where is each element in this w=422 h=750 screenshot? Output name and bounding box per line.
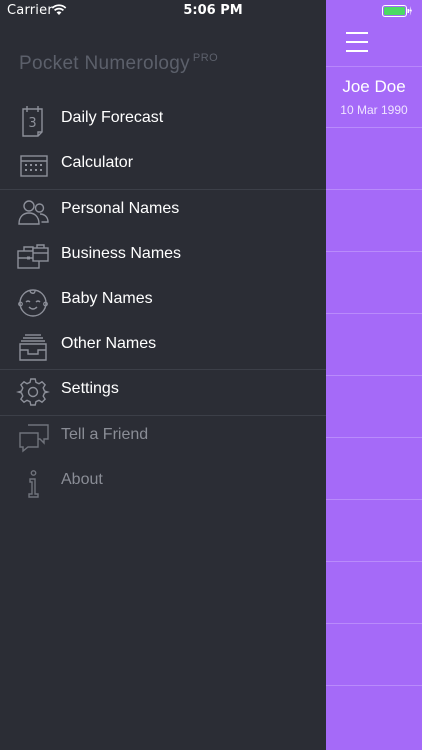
status-time: 5:06 PM [183,3,243,18]
row-divider [326,375,422,376]
profile-birthdate: 10 Mar 1990 [340,103,408,117]
inbox-tray-icon [16,330,50,364]
menu-label: Calculator [61,154,134,171]
calendar-day: 3 [28,116,36,131]
menu-item-personal-names[interactable]: Personal Names [0,189,326,233]
app-title-text: Pocket Numerology [19,53,190,74]
menu-item-about[interactable]: About [0,460,326,504]
wifi-icon [51,4,67,15]
row-divider [326,313,422,314]
baby-face-icon [16,285,50,319]
row-divider [326,499,422,500]
menu-item-calculator[interactable]: Calculator [0,143,326,187]
row-divider [326,561,422,562]
menu-item-business-names[interactable]: Business Names [0,234,326,278]
menu-label: Other Names [61,335,157,352]
calendar-icon: 3 [16,104,50,138]
row-divider [326,623,422,624]
menu-label: About [61,471,103,488]
row-divider [326,685,422,686]
profile-name: Joe Doe [342,77,406,96]
chat-bubbles-icon [16,421,50,455]
hamburger-menu-button[interactable] [346,32,368,52]
gear-icon [16,375,50,409]
carrier-label: Carrier [7,3,53,18]
main-content-panel[interactable]: Joe Doe 10 Mar 1990 [326,0,422,750]
people-icon [16,195,50,229]
header-divider [326,66,422,67]
menu-label: Baby Names [61,290,153,307]
calculator-icon [16,149,50,183]
menu-item-other-names[interactable]: Other Names [0,324,326,368]
menu-item-tell-a-friend[interactable]: Tell a Friend [0,415,326,459]
status-bar: Carrier [0,0,326,22]
menu-label: Business Names [61,245,182,262]
row-divider [326,127,422,128]
row-divider [326,189,422,190]
menu-item-daily-forecast[interactable]: 3 Daily Forecast [0,98,326,142]
row-divider [326,437,422,438]
info-icon [16,466,50,500]
menu-label: Daily Forecast [61,109,164,126]
pro-badge: PRO [192,52,219,64]
row-divider [326,251,422,252]
menu-label: Personal Names [61,200,180,217]
menu-item-baby-names[interactable]: Baby Names [0,279,326,323]
menu-item-settings[interactable]: Settings [0,369,326,413]
side-drawer: Carrier 5:06 PM Pocket Numerology PRO 3 D… [0,0,326,750]
battery-icon [382,5,412,17]
app-title: Pocket Numerology PRO [19,52,218,75]
briefcase-icon [16,240,50,274]
menu-label: Settings [61,380,119,397]
menu-label: Tell a Friend [61,426,149,443]
